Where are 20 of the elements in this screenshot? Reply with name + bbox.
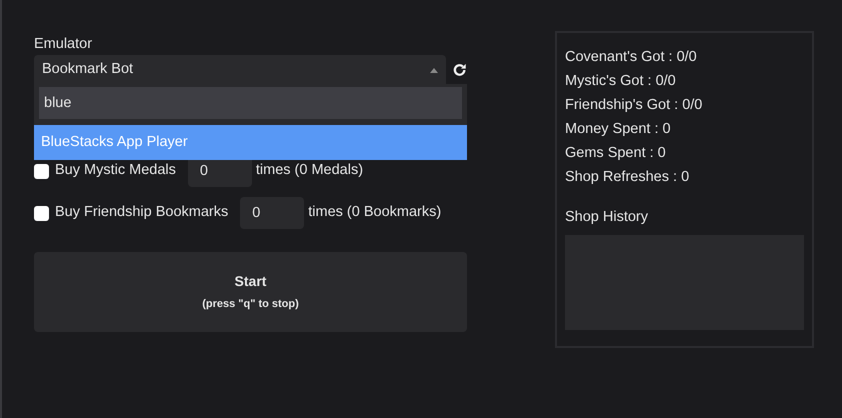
option-label: Buy Friendship Bookmarks <box>55 203 228 222</box>
refresh-icon[interactable] <box>452 62 467 78</box>
checkbox[interactable] <box>34 206 49 220</box>
emulator-label: Emulator <box>34 35 94 54</box>
start-button[interactable]: Start (press "q" to stop) <box>34 252 467 332</box>
stat-text: Money Spent : 0 <box>565 120 672 139</box>
emulator-select[interactable]: Bookmark Bot <box>34 55 446 85</box>
stat-text: Mystic's Got : 0/0 <box>565 72 677 91</box>
caret-up-icon <box>430 68 438 72</box>
history-title: Shop History <box>565 208 650 227</box>
count-field[interactable]: 0 <box>240 197 304 229</box>
stat-text: Friendship's Got : 0/0 <box>565 96 704 115</box>
stat-text: Gems Spent : 0 <box>565 144 667 163</box>
search-field[interactable]: blue <box>39 87 462 119</box>
checkbox[interactable] <box>34 164 49 178</box>
count-suffix: times (0 Medals) <box>256 161 364 180</box>
stat-text: Covenant's Got : 0/0 <box>565 48 698 67</box>
option-label: Buy Mystic Medals <box>55 161 176 180</box>
count-suffix: times (0 Bookmarks) <box>308 203 442 222</box>
stat-text: Shop Refreshes : 0 <box>565 168 690 187</box>
